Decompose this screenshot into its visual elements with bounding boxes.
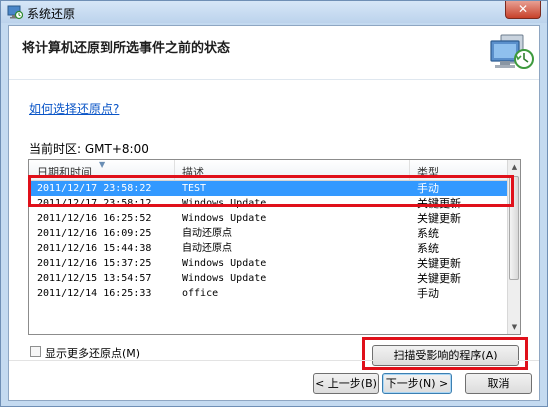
row-description: Windows Update [182,258,267,269]
system-restore-app-icon [7,5,23,20]
restore-point-row[interactable]: 2011/12/16 15:44:38 自动还原点 系统 [29,241,507,256]
row-description: office [182,288,219,299]
row-datetime: 2011/12/16 16:09:25 [37,228,152,239]
row-description: Windows Update [182,273,267,284]
close-icon: ✕ [517,2,529,16]
row-description: 自动还原点 [182,228,232,239]
sort-arrow-icon: ▼ [99,160,106,169]
show-more-label: 显示更多还原点(M) [45,347,141,360]
restore-point-row[interactable]: 2011/12/16 16:25:52 Windows Update 关键更新 [29,211,507,226]
close-button[interactable]: ✕ [505,1,541,19]
row-type: 关键更新 [417,212,461,225]
window-title: 系统还原 [27,7,76,21]
how-to-choose-restore-point-link[interactable]: 如何选择还原点? [29,100,119,117]
row-type: 系统 [417,242,439,255]
show-more-checkbox[interactable] [30,346,41,357]
page-heading: 将计算机还原到所选事件之前的状态 [22,41,231,56]
scan-button-highlight-box [362,337,528,370]
footer-divider [9,360,539,361]
row-type: 手动 [417,287,439,300]
row-datetime: 2011/12/15 13:54:57 [37,273,152,284]
restore-point-row[interactable]: 2011/12/15 13:54:57 Windows Update 关键更新 [29,271,507,286]
selected-row-highlight-box [28,175,514,207]
restore-point-row[interactable]: 2011/12/16 16:09:25 自动还原点 系统 [29,226,507,241]
dialog-header: 将计算机还原到所选事件之前的状态 [9,26,539,80]
row-datetime: 2011/12/16 15:37:25 [37,258,152,269]
restore-point-row[interactable]: 2011/12/16 15:37:25 Windows Update 关键更新 [29,256,507,271]
system-restore-window: 系统还原 ✕ 将计算机还原到所选事件之前的状态 如何选择还原点? 当前时区: G… [0,0,548,407]
row-type: 关键更新 [417,257,461,270]
cancel-button[interactable]: 取消 [465,373,532,394]
next-button[interactable]: 下一步(N) > [382,373,452,394]
row-datetime: 2011/12/16 16:25:52 [37,213,152,224]
scroll-up-arrow-icon[interactable]: ▲ [508,160,520,174]
row-description: 自动还原点 [182,243,232,254]
row-datetime: 2011/12/14 16:25:33 [37,288,152,299]
row-type: 系统 [417,227,439,240]
timezone-label: 当前时区: GMT+8:00 [29,142,149,156]
back-button[interactable]: < 上一步(B) [313,373,379,394]
row-datetime: 2011/12/16 15:44:38 [37,243,152,254]
row-type: 关键更新 [417,272,461,285]
title-bar: 系统还原 ✕ [1,1,547,23]
scroll-down-arrow-icon[interactable]: ▼ [508,320,520,334]
restore-point-row[interactable]: 2011/12/14 16:25:33 office 手动 [29,286,507,301]
computer-restore-icon [490,34,534,69]
dialog-content: 将计算机还原到所选事件之前的状态 如何选择还原点? 当前时区: GMT+8:00… [8,25,540,401]
row-description: Windows Update [182,213,267,224]
